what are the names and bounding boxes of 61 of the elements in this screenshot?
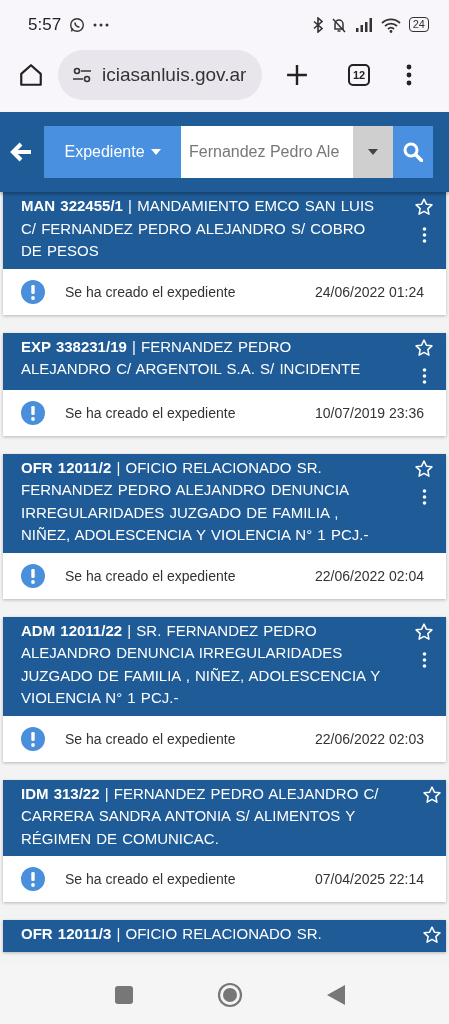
case-header[interactable]: OFR 12011/2 | OFICIO RELACIONADO SR. FERNANDEZ PEDRO ALEJANDRO DENUNCIA IRREGULARIDADES JUZGADO DE FAMILIA , NIÑEZ, ADOLESCENCIA Y VIOLENCIA N° 1 PCJ.- — [3, 453, 446, 553]
battery-indicator: 24 — [408, 17, 429, 32]
star-icon[interactable] — [422, 925, 442, 945]
back-arrow-icon[interactable] — [10, 142, 32, 162]
info-icon — [21, 400, 45, 425]
case-title: ADM 12011/22 | SR. FERNANDEZ PEDRO ALEJANDRO DENUNCIA IRREGULARIDADES JUZGADO DE FAMILIA , NIÑEZ, ADOLESCENCIA Y VIOLENCIA N° 1 PCJ.- — [21, 620, 381, 708]
more-dots-icon — [93, 22, 110, 27]
case-title: OFR 12011/3 | OFICIO RELACIONADO SR. — [21, 924, 323, 944]
url-text: iciasanluis.gov.ar — [102, 63, 247, 86]
info-icon — [21, 279, 45, 304]
back-icon[interactable] — [326, 984, 345, 1005]
bluetooth-icon — [312, 16, 323, 33]
caret-icon — [368, 149, 378, 155]
event-date: 10/07/2019 23:36 — [315, 404, 424, 421]
case-header[interactable]: EXP 338231/19 | FERNANDEZ PEDRO ALEJANDRO C/ ARGENTOIL S.A. S/ INCIDENTE — [3, 332, 446, 390]
search-field[interactable]: Fernandez Pedro Ale — [181, 126, 353, 178]
signal-icon — [354, 17, 373, 32]
case-header[interactable]: IDM 313/22 | FERNANDEZ PEDRO ALEJANDRO C/ CARRERA SANDRA ANTONIA S/ ALIMENTOS Y RÉGIMEN DE COMUNICAC. — [3, 779, 446, 856]
more-options-icon[interactable] — [421, 367, 427, 384]
search-icon — [403, 142, 423, 162]
case-header[interactable]: OFR 12011/3 | OFICIO RELACIONADO SR. — [3, 920, 446, 952]
event-date: 22/06/2022 02:03 — [315, 730, 424, 747]
event-text: Se ha creado el expediente — [65, 871, 237, 887]
chat-bubble-icon — [69, 16, 86, 33]
event-text: Se ha creado el expediente — [65, 730, 237, 747]
more-options-icon[interactable] — [421, 651, 427, 668]
info-icon — [21, 563, 45, 588]
caret-icon — [150, 149, 161, 155]
case-title: MAN 322455/1 | MANDAMIENTO EMCO SAN LUIS C/ FERNANDEZ PEDRO ALEJANDRO S/ COBRO DE PESOS — [21, 196, 376, 261]
info-icon — [21, 726, 45, 751]
menu-icon[interactable] — [406, 63, 412, 86]
case-header[interactable]: MAN 322455/1 | MANDAMIENTO EMCO SAN LUIS C/ FERNANDEZ PEDRO ALEJANDRO S/ COBRO DE PESOS — [3, 192, 446, 269]
bell-muted-icon — [330, 16, 347, 33]
tab-count-button[interactable]: 12 — [348, 63, 370, 86]
star-icon[interactable] — [414, 197, 434, 217]
star-icon[interactable] — [422, 784, 442, 805]
event-text: Se ha creado el expediente — [65, 283, 237, 300]
star-icon[interactable] — [414, 621, 434, 642]
tune-icon — [72, 66, 92, 83]
event-date: 24/06/2022 01:24 — [315, 283, 424, 300]
search-button[interactable] — [393, 126, 433, 178]
event-date: 22/06/2022 02:04 — [315, 567, 424, 584]
wifi-icon — [380, 16, 401, 33]
case-title: IDM 313/22 | FERNANDEZ PEDRO ALEJANDRO C/ CARRERA SANDRA ANTONIA S/ ALIMENTOS Y RÉGIMEN DE COMUNICAC. — [21, 783, 380, 849]
clock-time: 5:57 — [28, 14, 62, 35]
home-icon[interactable] — [18, 61, 44, 88]
home-button-icon[interactable] — [216, 981, 243, 1008]
address-bar[interactable]: iciasanluis.gov.ar — [58, 49, 262, 100]
star-icon[interactable] — [414, 337, 434, 358]
case-title: EXP 338231/19 | FERNANDEZ PEDRO ALEJANDRO C/ ARGENTOIL S.A. S/ INCIDENTE — [21, 336, 362, 379]
event-text: Se ha creado el expediente — [65, 404, 237, 421]
more-options-icon[interactable] — [421, 488, 427, 505]
star-icon[interactable] — [414, 458, 434, 479]
event-text: Se ha creado el expediente — [65, 567, 237, 584]
info-icon — [21, 867, 45, 891]
event-date: 07/04/2025 22:14 — [315, 871, 424, 887]
new-tab-icon[interactable] — [286, 63, 308, 86]
recents-icon[interactable] — [114, 985, 133, 1004]
case-header[interactable]: ADM 12011/22 | SR. FERNANDEZ PEDRO ALEJANDRO DENUNCIA IRREGULARIDADES JUZGADO DE FAMILIA , NIÑEZ, ADOLESCENCIA Y VIOLENCIA N° 1 PCJ.- — [3, 616, 446, 716]
case-title: OFR 12011/2 | OFICIO RELACIONADO SR. FERNANDEZ PEDRO ALEJANDRO DENUNCIA IRREGULARIDADES JUZGADO DE FAMILIA , NIÑEZ, ADOLESCENCIA Y VIOLENCIA N° 1 PCJ.- — [21, 457, 370, 545]
more-options-icon[interactable] — [421, 227, 427, 243]
